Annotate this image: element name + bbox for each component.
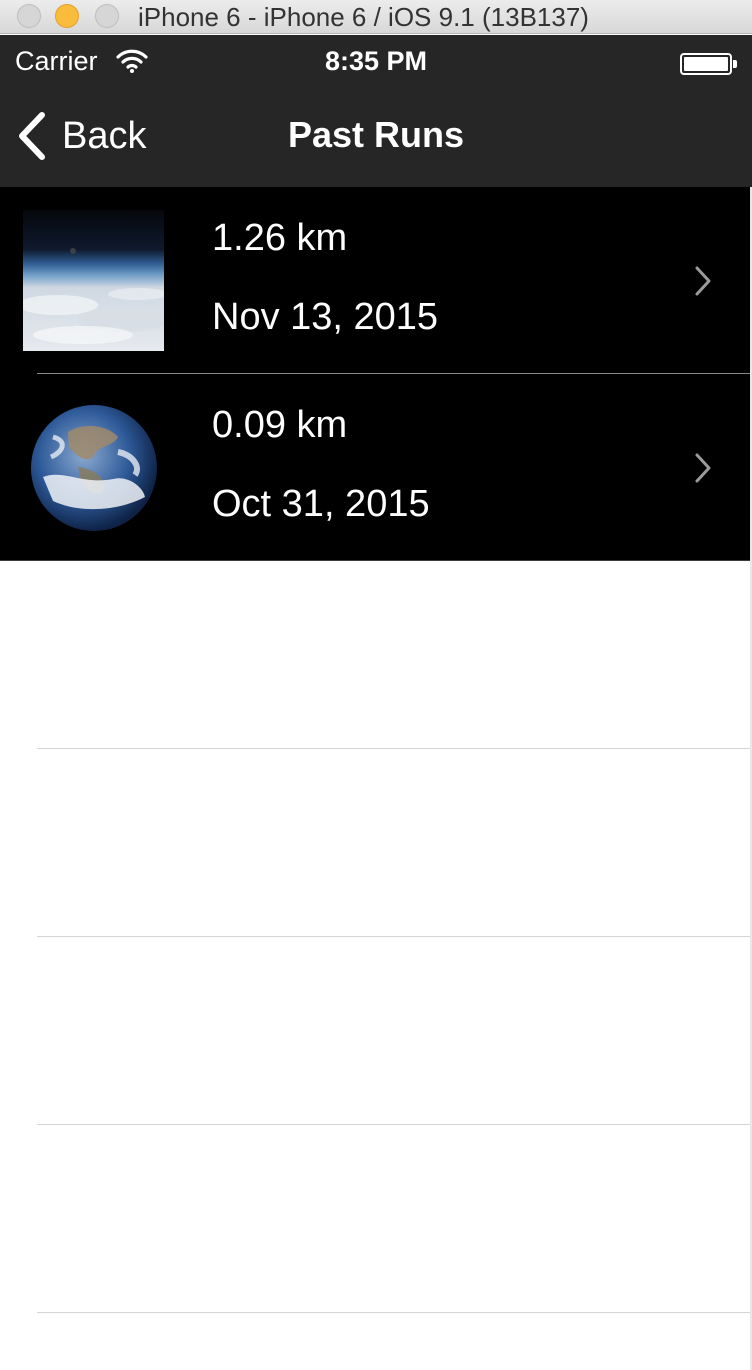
empty-row bbox=[0, 937, 752, 1125]
minimize-window-button[interactable] bbox=[55, 4, 79, 28]
run-date: Oct 31, 2015 bbox=[212, 483, 430, 525]
empty-row bbox=[0, 561, 752, 749]
empty-row bbox=[0, 749, 752, 937]
page-title: Past Runs bbox=[287, 114, 465, 155]
simulator-titlebar: iPhone 6 - iPhone 6 / iOS 9.1 (13B137) bbox=[0, 0, 752, 34]
battery-icon bbox=[680, 53, 737, 75]
status-bar: Carrier 8:35 PM bbox=[0, 35, 752, 87]
run-distance: 0.09 km bbox=[212, 404, 348, 446]
table-row[interactable]: 1.26 km Nov 13, 2015 bbox=[0, 187, 752, 374]
chevron-right-icon bbox=[695, 453, 711, 483]
window-title: iPhone 6 - iPhone 6 / iOS 9.1 (13B137) bbox=[138, 2, 589, 32]
table-row[interactable]: 0.09 km Oct 31, 2015 bbox=[0, 374, 752, 561]
run-distance: 1.26 km bbox=[212, 217, 348, 259]
run-date: Nov 13, 2015 bbox=[212, 296, 439, 338]
close-window-button[interactable] bbox=[17, 4, 41, 28]
empty-row bbox=[0, 1125, 752, 1313]
zoom-window-button[interactable] bbox=[95, 4, 119, 28]
runs-table: 1.26 km Nov 13, 2015 0.09 km Oct 31, 201… bbox=[0, 187, 752, 1370]
row-divider bbox=[37, 1312, 752, 1313]
chevron-right-icon bbox=[695, 266, 711, 296]
navigation-bar: Back Past Runs bbox=[0, 87, 752, 187]
earth-horizon-thumbnail bbox=[23, 210, 164, 351]
earth-globe-thumbnail bbox=[23, 397, 164, 538]
status-time: 8:35 PM bbox=[324, 46, 428, 76]
